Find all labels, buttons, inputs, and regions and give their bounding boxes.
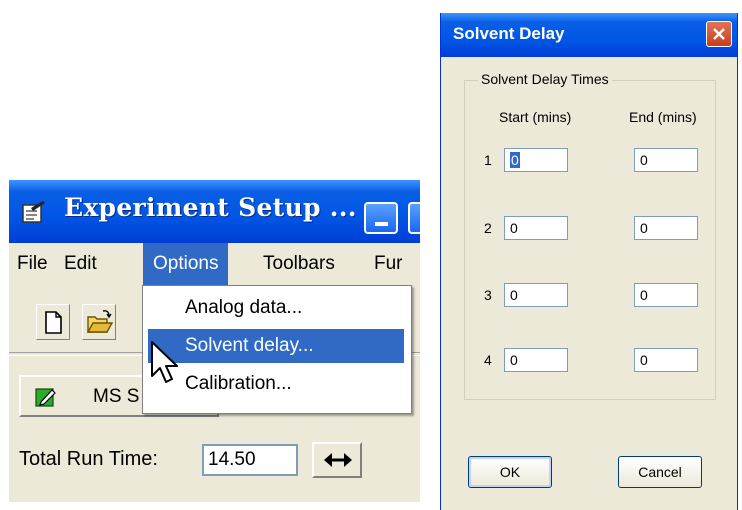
- total-run-time-input[interactable]: [202, 444, 298, 476]
- row-number: 1: [484, 152, 492, 168]
- start-time-field-4[interactable]: 0: [504, 348, 568, 372]
- start-time-value: 0: [510, 220, 518, 236]
- menu-item-analog-data[interactable]: Analog data...: [148, 291, 404, 325]
- group-label: Solvent Delay Times: [478, 71, 612, 87]
- menu-edit[interactable]: Edit: [54, 243, 107, 285]
- options-dropdown-menu: Analog data... Solvent delay... Calibrat…: [142, 285, 412, 414]
- minimize-button[interactable]: [364, 202, 398, 234]
- ok-button[interactable]: OK: [468, 456, 552, 488]
- cancel-button[interactable]: Cancel: [618, 456, 702, 488]
- start-time-value: 0: [510, 152, 520, 168]
- open-button[interactable]: [82, 304, 116, 340]
- end-time-field-1[interactable]: 0: [634, 148, 698, 172]
- row-number: 4: [484, 352, 492, 368]
- menu-item-solvent-delay[interactable]: Solvent delay...: [148, 329, 404, 363]
- menu-item-calibration[interactable]: Calibration...: [148, 367, 404, 401]
- row-number: 3: [484, 287, 492, 303]
- mouse-pointer-icon: [151, 341, 178, 383]
- end-column-header: End (mins): [629, 109, 697, 125]
- total-run-time-label: Total Run Time:: [19, 448, 158, 470]
- double-arrow-icon: [324, 453, 352, 467]
- start-time-field-3[interactable]: 0: [504, 283, 568, 307]
- minimize-icon: [375, 222, 388, 226]
- edit-pencil-icon: [35, 388, 56, 407]
- close-button[interactable]: [706, 21, 732, 47]
- menu-options[interactable]: Options: [143, 243, 229, 285]
- ms-button-label: MS S: [93, 386, 140, 407]
- end-time-value: 0: [640, 152, 648, 168]
- dialog-titlebar[interactable]: Solvent Delay: [441, 13, 737, 57]
- end-time-value: 0: [640, 352, 648, 368]
- new-button[interactable]: [36, 304, 70, 340]
- dialog-title: Solvent Delay: [453, 24, 565, 43]
- end-time-field-3[interactable]: 0: [634, 283, 698, 307]
- menu-file[interactable]: File: [9, 243, 58, 285]
- maximize-button[interactable]: [408, 202, 420, 234]
- start-time-field-2[interactable]: 0: [504, 216, 568, 240]
- menu-toolbars[interactable]: Toolbars: [253, 243, 345, 285]
- solvent-delay-dialog: Solvent Delay Solvent Delay Times Start …: [440, 13, 738, 510]
- start-time-field-1[interactable]: 0: [504, 148, 568, 172]
- end-time-field-4[interactable]: 0: [634, 348, 698, 372]
- new-document-icon: [45, 311, 62, 334]
- start-time-value: 0: [510, 352, 518, 368]
- experiment-setup-titlebar[interactable]: Experiment Setup ...: [9, 180, 420, 243]
- end-time-value: 0: [640, 220, 648, 236]
- start-time-value: 0: [510, 287, 518, 303]
- open-folder-icon: [86, 310, 114, 333]
- end-time-value: 0: [640, 287, 648, 303]
- close-icon: [713, 28, 725, 40]
- expand-button[interactable]: [312, 442, 362, 478]
- checklist-icon: [22, 201, 45, 223]
- row-number: 2: [484, 220, 492, 236]
- start-column-header: Start (mins): [499, 109, 572, 125]
- menu-functions[interactable]: Fur: [364, 243, 413, 285]
- window-title: Experiment Setup ...: [64, 193, 357, 222]
- end-time-field-2[interactable]: 0: [634, 216, 698, 240]
- menu-bar: File Edit Options Toolbars Fur: [9, 243, 420, 285]
